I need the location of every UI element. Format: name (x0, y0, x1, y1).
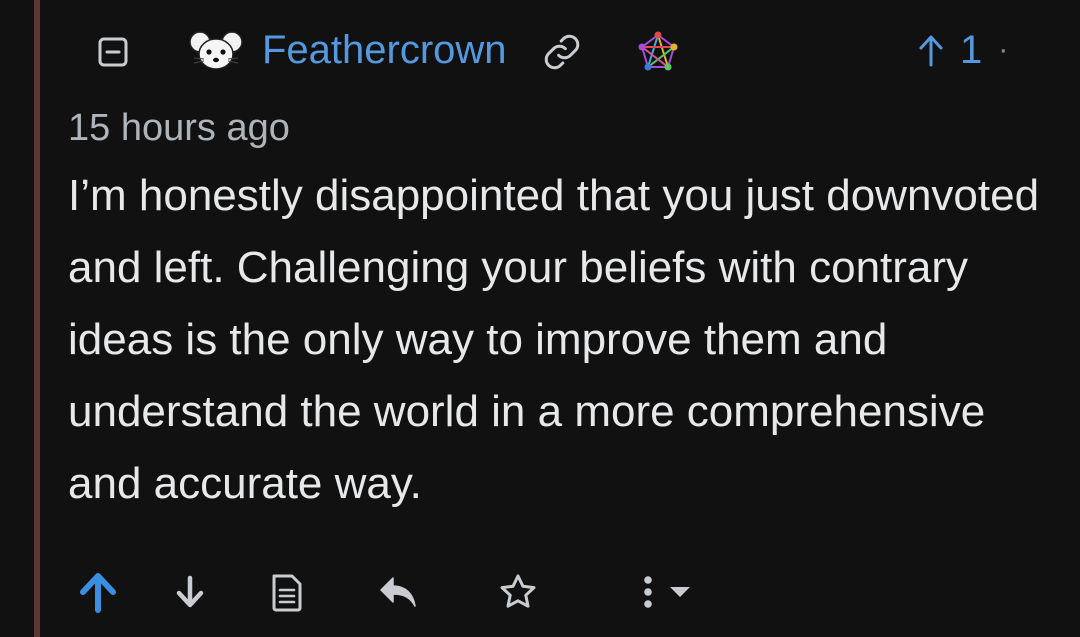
view-source-button[interactable] (261, 566, 313, 618)
caret-down-icon (670, 587, 690, 597)
save-button[interactable] (492, 566, 544, 618)
comment: Feathercrown 1 · 15 hours ago I’m honest… (68, 0, 1058, 637)
thread-indent-line (34, 0, 40, 637)
arrow-down-icon (176, 575, 204, 608)
reply-icon (380, 577, 416, 607)
arrow-up-icon (919, 35, 943, 67)
upvote-button[interactable] (72, 566, 124, 618)
minus-square-icon (98, 37, 128, 67)
link-icon[interactable] (542, 32, 582, 72)
star-icon (500, 574, 536, 608)
comment-body-text: I’m honestly disappointed that you just … (68, 171, 1040, 508)
arrow-up-icon (80, 573, 116, 613)
file-text-icon (272, 574, 302, 612)
fediverse-pentagram-icon (638, 31, 678, 71)
comment-header: Feathercrown 1 · (68, 26, 1058, 74)
downvote-button[interactable] (164, 566, 216, 618)
avatar[interactable] (188, 30, 244, 72)
collapse-button[interactable] (96, 35, 130, 69)
comment-timestamp: 15 hours ago (68, 107, 290, 149)
dropdown-toggle[interactable] (654, 566, 706, 618)
score-separator: · (998, 33, 1009, 66)
score-value: 1 (960, 27, 983, 72)
comment-body: I’m honestly disappointed that you just … (68, 160, 1058, 520)
username-link[interactable]: Feathercrown (262, 26, 507, 74)
score-display: 1 · (916, 26, 1008, 74)
reply-button[interactable] (372, 566, 424, 618)
comment-actions (68, 566, 1058, 618)
